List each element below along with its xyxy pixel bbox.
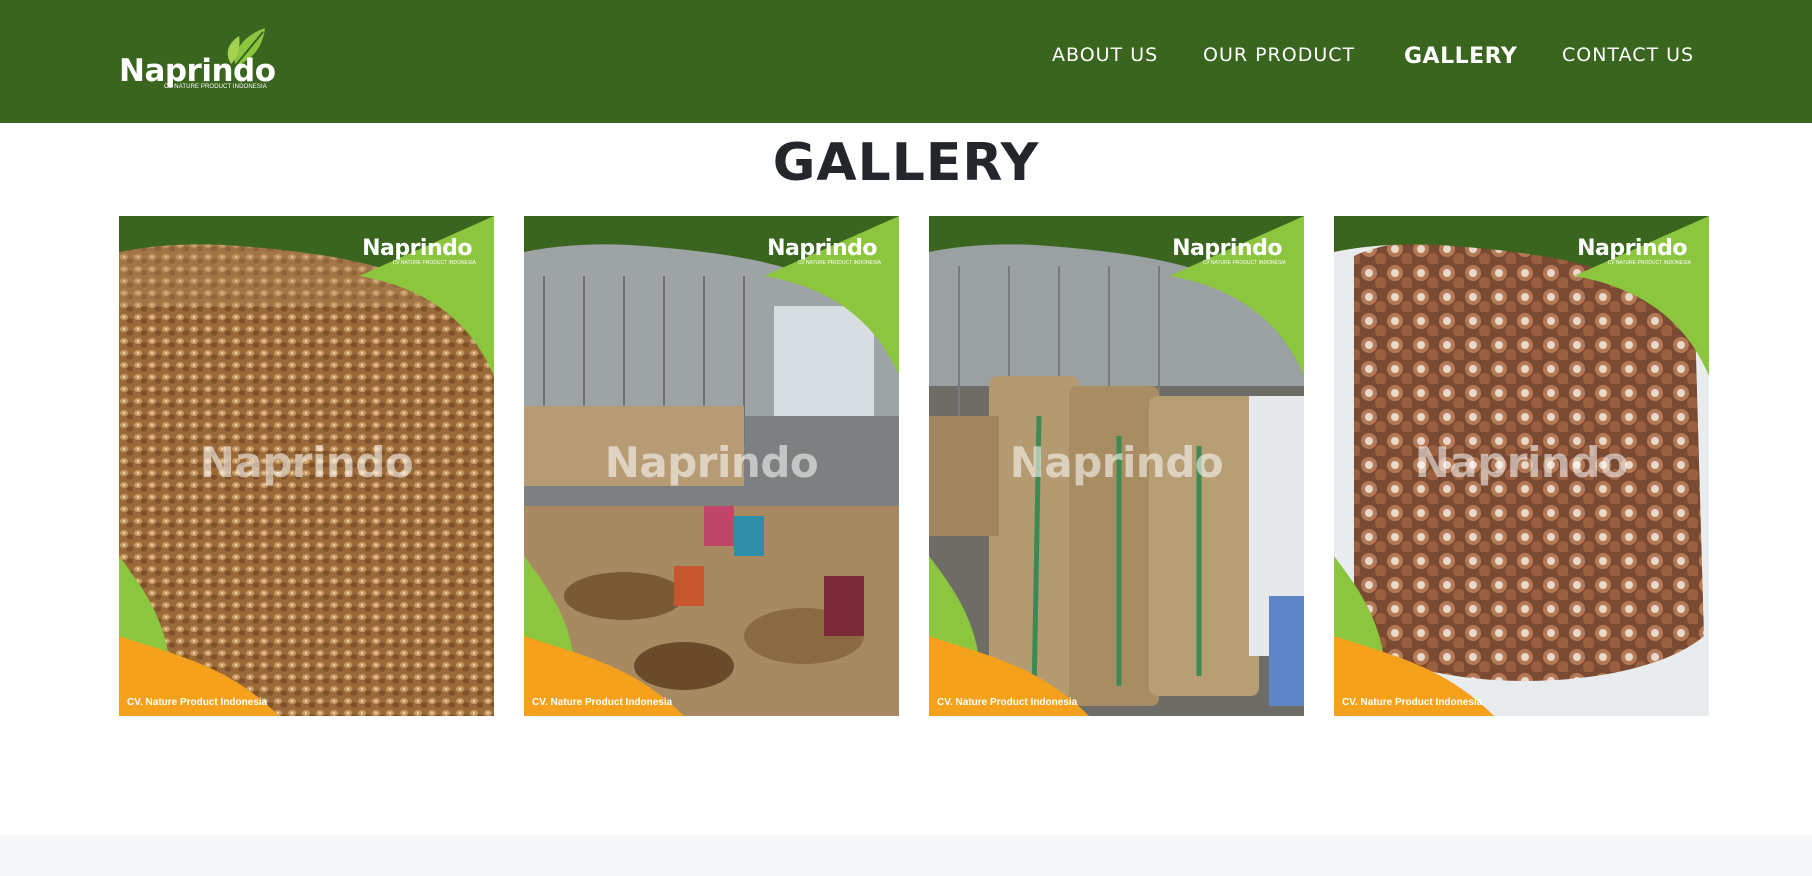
- card-brand-logo: Naprindo: [362, 236, 472, 261]
- nav-contact-us[interactable]: CONTACT US: [1562, 44, 1694, 74]
- watermark: Naprindo: [199, 438, 414, 487]
- card-brand-logo: Naprindo: [1577, 236, 1687, 261]
- footer-strip: [0, 835, 1812, 876]
- logo-tagline: CV NATURE PRODUCT INDONESIA: [164, 84, 267, 90]
- card-brand-tagline: CV NATURE PRODUCT INDONESIA: [392, 260, 476, 266]
- card-caption: CV. Nature Product Indonesia: [937, 697, 1078, 708]
- card-brand-tagline: CV NATURE PRODUCT INDONESIA: [1607, 260, 1691, 266]
- gallery-item[interactable]: Naprindo CV NATURE PRODUCT INDONESIA Nap…: [929, 216, 1304, 716]
- watermark: Naprindo: [1009, 438, 1224, 487]
- card-brand-tagline: CV NATURE PRODUCT INDONESIA: [1202, 260, 1286, 266]
- site-header: Naprindo CV NATURE PRODUCT INDONESIA ABO…: [0, 0, 1812, 123]
- card-caption: CV. Nature Product Indonesia: [127, 697, 268, 708]
- card-brand-tagline: CV NATURE PRODUCT INDONESIA: [797, 260, 881, 266]
- nav-gallery[interactable]: GALLERY: [1404, 44, 1517, 74]
- watermark: Naprindo: [604, 438, 819, 487]
- brand-logo[interactable]: Naprindo CV NATURE PRODUCT INDONESIA: [119, 26, 276, 92]
- card-caption: CV. Nature Product Indonesia: [1342, 697, 1483, 708]
- card-brand-logo: Naprindo: [767, 236, 877, 261]
- card-brand-logo: Naprindo: [1172, 236, 1282, 261]
- gallery-item[interactable]: Naprindo CV NATURE PRODUCT INDONESIA Nap…: [1334, 216, 1709, 716]
- nav-about-us[interactable]: ABOUT US: [1052, 44, 1158, 74]
- nav-our-product[interactable]: OUR PRODUCT: [1203, 44, 1355, 74]
- page-title: GALLERY: [772, 133, 1040, 193]
- watermark: Naprindo: [1414, 438, 1629, 487]
- card-caption: CV. Nature Product Indonesia: [532, 697, 673, 708]
- gallery-item[interactable]: Naprindo CV NATURE PRODUCT INDONESIA Nap…: [119, 216, 494, 716]
- gallery-item[interactable]: Naprindo CV NATURE PRODUCT INDONESIA Nap…: [524, 216, 899, 716]
